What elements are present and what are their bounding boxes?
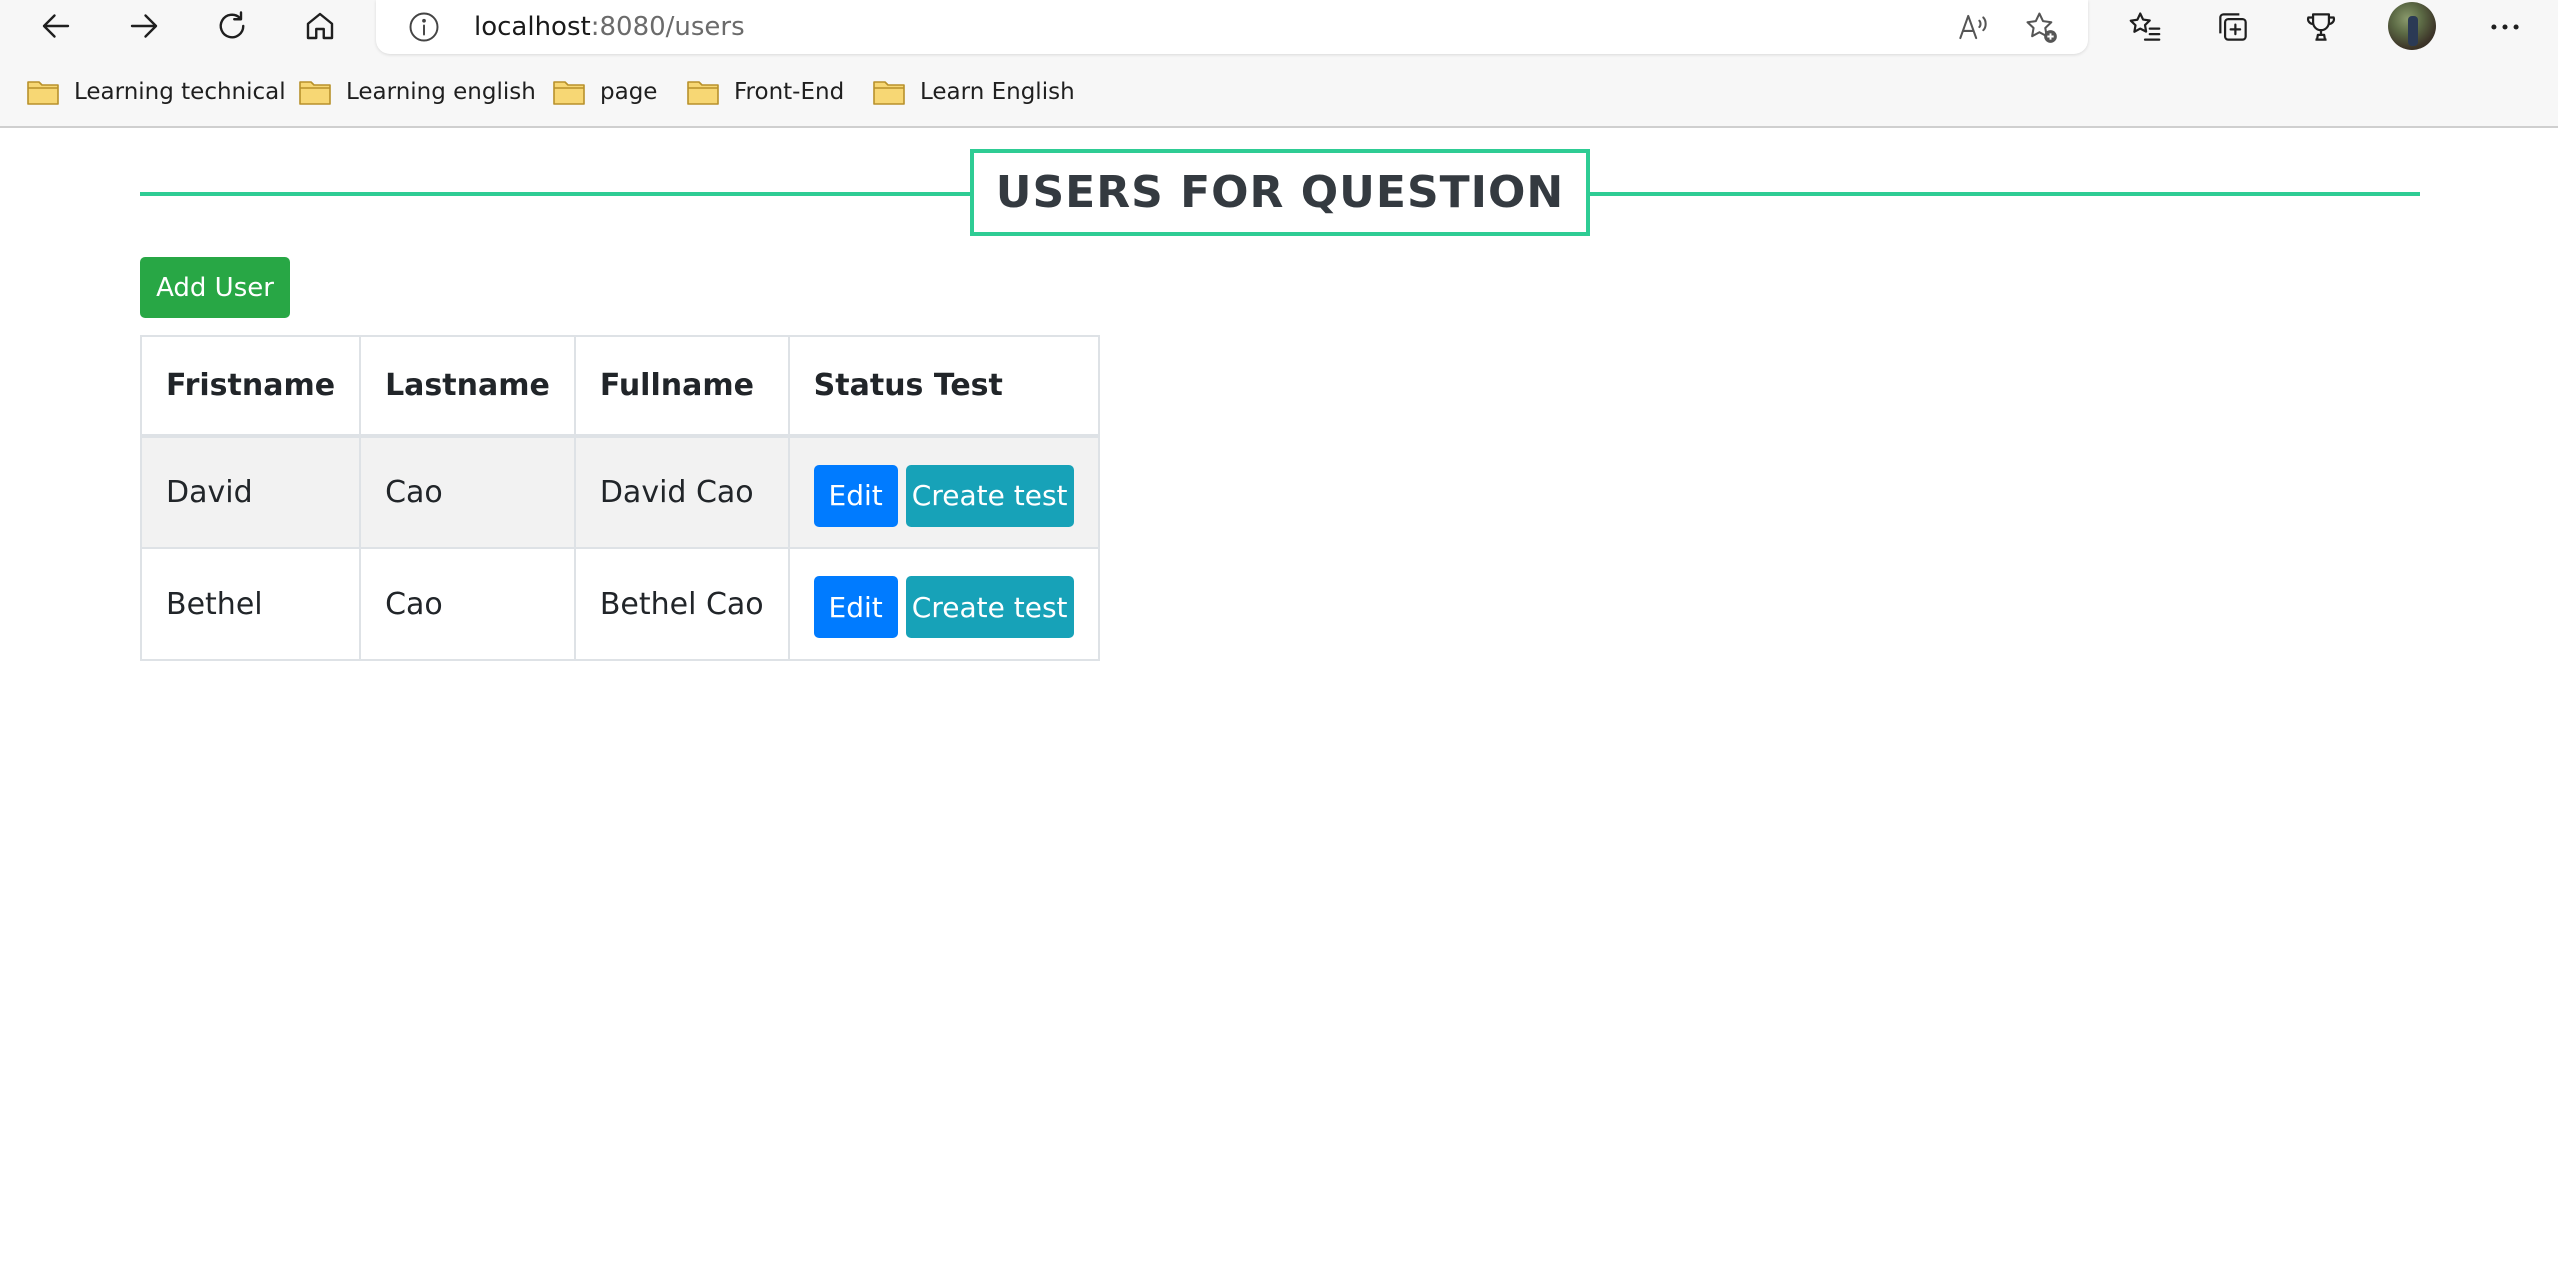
url-host: localhost (474, 12, 591, 42)
browser-chrome: localhost:8080/users Learning technical … (0, 0, 2558, 128)
bookmark-front-end[interactable]: Front-End (686, 74, 844, 110)
table-row: Bethel Cao Bethel Cao Edit Create test (139, 547, 1100, 661)
edit-button[interactable]: Edit (813, 464, 898, 527)
header-fullname: Fullname (573, 335, 790, 438)
refresh-button[interactable] (204, 0, 260, 52)
arrow-right-icon (130, 14, 158, 38)
folder-icon (687, 81, 719, 105)
folder-icon (873, 81, 905, 105)
home-button[interactable] (292, 0, 348, 52)
cell-fullname: David Cao (573, 435, 790, 549)
row-actions: Edit Create test (813, 570, 1074, 638)
bookmark-label: Learning english (346, 79, 536, 105)
create-test-button[interactable]: Create test (905, 576, 1074, 638)
more-menu-button[interactable] (2484, 6, 2526, 48)
bookmark-learn-english[interactable]: Learn English (872, 74, 1075, 110)
cell-fullname: Bethel Cao (573, 547, 790, 661)
page-title-box: USERS FOR QUESTION (970, 149, 1590, 236)
home-icon (306, 12, 334, 40)
cell-firstname: David (139, 435, 362, 549)
users-table: Fristname Lastname Fullname Status Test … (139, 335, 1100, 661)
edit-button[interactable]: Edit (813, 576, 898, 638)
cell-actions: Edit Create test (787, 435, 1100, 549)
table-header-row: Fristname Lastname Fullname Status Test (139, 335, 1100, 438)
star-add-icon[interactable] (2022, 8, 2060, 46)
address-bar[interactable]: localhost:8080/users (376, 0, 2088, 54)
header-lastname: Lastname (359, 335, 576, 438)
bookmark-label: page (600, 79, 658, 105)
collections-icon (2219, 13, 2247, 41)
folder-icon (299, 81, 331, 105)
cell-lastname: Cao (359, 547, 576, 661)
create-test-button[interactable]: Create test (905, 464, 1074, 527)
url-path: :8080/users (590, 12, 745, 42)
bookmark-page[interactable]: page (552, 74, 657, 110)
header-firstname: Fristname (139, 335, 362, 438)
bookmarks-bar: Learning technical Learning english page… (0, 66, 2558, 116)
bookmark-label: Learning technical (74, 79, 286, 105)
row-actions: Edit Create test (813, 459, 1074, 527)
profile-avatar[interactable] (2388, 2, 2436, 50)
cell-firstname: Bethel (139, 547, 362, 661)
more-dots-icon (2491, 24, 2519, 30)
table-row: David Cao David Cao Edit Create test (139, 435, 1100, 549)
forward-button[interactable] (116, 0, 172, 52)
favorites-button[interactable] (2124, 6, 2166, 48)
folder-icon (27, 81, 59, 105)
back-button[interactable] (28, 0, 84, 52)
avatar-figure (2408, 16, 2418, 46)
trophy-icon (2306, 13, 2336, 41)
favorites-list-icon (2129, 12, 2161, 41)
page-title: USERS FOR QUESTION (995, 167, 1565, 218)
bookmark-label: Front-End (734, 79, 845, 105)
refresh-icon (219, 11, 245, 39)
header-status-test: Status Test (787, 335, 1100, 438)
read-aloud-icon[interactable] (1954, 8, 1992, 46)
url-text[interactable]: localhost:8080/users (474, 9, 745, 45)
info-icon[interactable] (406, 9, 442, 45)
arrow-left-icon (42, 14, 70, 38)
cell-lastname: Cao (359, 435, 576, 549)
bookmark-learning-english[interactable]: Learning english (298, 74, 536, 110)
cell-actions: Edit Create test (787, 547, 1100, 661)
folder-icon (553, 81, 585, 105)
bookmark-label: Learn English (920, 79, 1075, 105)
add-user-button[interactable]: Add User (140, 257, 290, 318)
collections-button[interactable] (2212, 6, 2254, 48)
extensions-button[interactable] (2300, 6, 2342, 48)
bookmark-learning-technical[interactable]: Learning technical (26, 74, 286, 110)
